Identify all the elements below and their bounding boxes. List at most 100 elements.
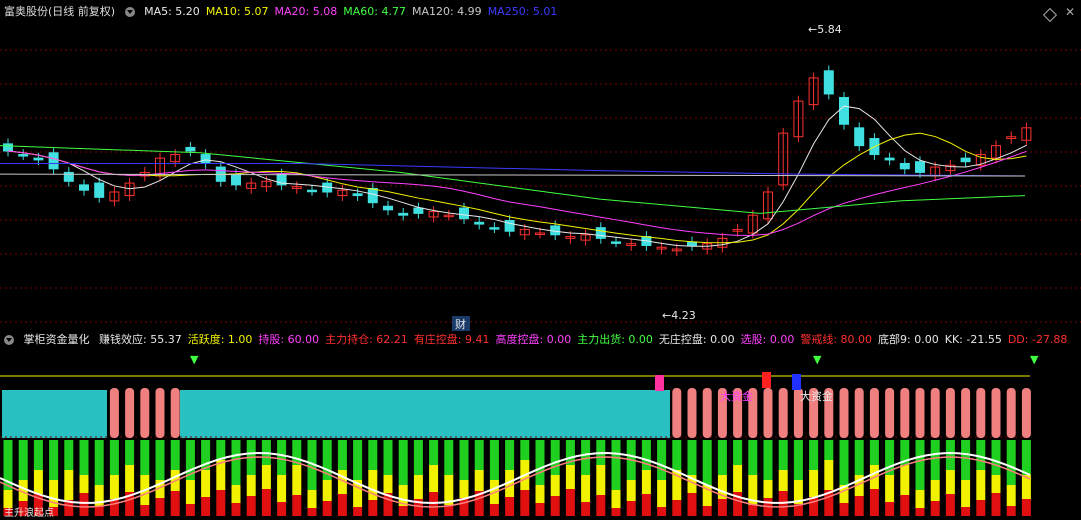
green-bar [353, 440, 363, 480]
candle-body [398, 212, 409, 216]
green-bar [231, 440, 241, 485]
yellow-bar [109, 475, 119, 499]
yellow-bar [3, 490, 13, 508]
candle-body [899, 162, 910, 170]
yellow-bar [1006, 485, 1016, 506]
pink-column [900, 388, 910, 438]
down-arrow-icon: ▼ [813, 353, 822, 366]
candle-body [915, 161, 925, 173]
green-bar [763, 440, 773, 480]
red-bar [581, 502, 591, 516]
candle-body [474, 221, 485, 225]
green-bar [854, 440, 864, 475]
red-bar [596, 495, 606, 516]
green-bar [33, 440, 43, 470]
pink-column [1006, 388, 1016, 438]
red-bar [520, 490, 530, 516]
indicator-legend-item: DD: -27.88 [1007, 333, 1068, 346]
red-bar [611, 508, 621, 516]
price-chart[interactable]: ←5.84 ←4.23 财 [0, 8, 1081, 333]
green-bar [368, 440, 378, 470]
yellow-bar [292, 465, 302, 495]
red-bar [79, 493, 89, 516]
red-marker [762, 372, 771, 388]
yellow-bar [246, 475, 256, 496]
red-bar [930, 501, 940, 516]
yellow-bar [626, 480, 636, 501]
red-bar [885, 502, 895, 516]
red-bar [687, 493, 697, 516]
yellow-bar [64, 470, 74, 500]
red-bar [945, 494, 955, 516]
green-bar [155, 440, 165, 480]
red-bar [109, 499, 119, 516]
yellow-bar [657, 480, 667, 507]
candle-body [884, 157, 895, 161]
green-bar [170, 440, 180, 470]
red-bar [535, 503, 545, 516]
red-bar [429, 492, 439, 516]
pink-column [839, 388, 849, 438]
indicator-legend: 赚钱效应: 55.37 活跃度: 1.00 持股: 60.00 主力持仓: 62.21… [99, 333, 1073, 346]
yellow-bar [474, 470, 484, 491]
bottom-text: 主升浪起点 [4, 506, 54, 519]
indicator-legend-item: KK: -21.55 [944, 333, 1002, 346]
red-bar [459, 498, 469, 516]
candle-body [94, 182, 105, 198]
green-bar [1006, 440, 1016, 485]
green-bar [930, 440, 940, 480]
indicator-header: 掌柜资金量化 赚钱效应: 55.37 活跃度: 1.00 持股: 60.00 主力持仓… [0, 333, 1081, 347]
green-bar [489, 440, 499, 480]
red-bar [1021, 499, 1031, 516]
yellow-bar [185, 480, 195, 504]
green-bar [824, 440, 834, 460]
green-bar [140, 440, 150, 475]
indicator-legend-item: 赚钱效应: 55.37 [99, 333, 182, 346]
pink-column [961, 388, 971, 438]
pink-column [930, 388, 940, 438]
indicator-chart[interactable]: 大资金 大资金主升浪起点 ▼ ▼ ▼ [0, 348, 1081, 520]
pink-column [702, 388, 712, 438]
green-bar [64, 440, 74, 470]
pink-column [672, 388, 682, 438]
yellow-bar [277, 475, 287, 502]
candle-body [595, 227, 606, 239]
green-bar [672, 440, 682, 470]
green-bar [611, 440, 621, 490]
yellow-bar [991, 475, 1001, 493]
yellow-bar [641, 470, 651, 494]
yellow-bar [778, 470, 788, 491]
red-bar [140, 505, 150, 516]
yellow-bar [535, 485, 545, 503]
red-bar [976, 500, 986, 516]
yellow-bar [201, 470, 211, 497]
ma60-line [0, 145, 1026, 214]
green-bar [535, 440, 545, 485]
red-bar [231, 503, 241, 516]
red-bar [900, 495, 910, 516]
red-bar [869, 489, 879, 516]
candle-body [367, 187, 378, 204]
green-bar [49, 440, 59, 480]
red-bar [991, 493, 1001, 516]
red-bar [626, 501, 636, 516]
yellow-bar [915, 490, 925, 508]
red-bar [657, 507, 667, 516]
green-bar [961, 440, 971, 480]
red-bar [641, 494, 651, 516]
red-bar [322, 501, 332, 516]
green-bar [337, 440, 347, 470]
indicator-legend-item: 无庄控盘: 0.00 [658, 333, 735, 346]
pink-column [854, 388, 864, 438]
green-bar [383, 440, 393, 475]
candle-body [307, 189, 317, 193]
yellow-bar [261, 465, 271, 489]
green-bar [657, 440, 667, 480]
red-bar [353, 507, 363, 516]
green-bar [839, 440, 849, 485]
yellow-bar [930, 480, 940, 501]
pink-column [778, 388, 788, 438]
candle-body [839, 97, 849, 125]
indicator-menu-button-2[interactable] [4, 335, 14, 345]
indicator-legend-item: 活跃度: 1.00 [187, 333, 253, 346]
